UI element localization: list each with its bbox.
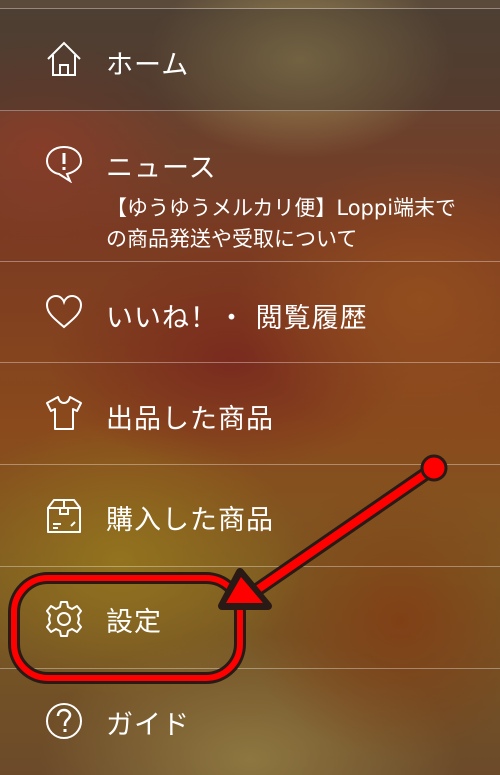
- menu-item-guide[interactable]: ガイド: [0, 669, 500, 775]
- gear-icon: [46, 601, 82, 637]
- menu-item-listed-items[interactable]: 出品した商品: [0, 363, 500, 465]
- speech-bubble-alert-icon: [45, 145, 83, 183]
- menu-item-settings[interactable]: 設定: [0, 567, 500, 669]
- menu-item-label: ニュース: [106, 153, 217, 184]
- menu-item-label: 購入した商品: [106, 505, 274, 536]
- news-headline[interactable]: 【ゆうゆうメルカリ便】Loppi端末での商品発送や受取について: [106, 193, 476, 255]
- menu-item-label: ホーム: [106, 50, 190, 81]
- box-icon: [47, 499, 81, 533]
- menu-item-likes-history[interactable]: いいね！・ 閲覧履歴: [0, 262, 500, 363]
- menu-item-label: 設定: [106, 607, 162, 638]
- home-icon: [47, 41, 81, 76]
- menu-item-home[interactable]: ホーム: [0, 9, 500, 111]
- menu-item-news[interactable]: ニュース 【ゆうゆうメルカリ便】Loppi端末での商品発送や受取について: [0, 111, 500, 262]
- menu-item-label: 出品した商品: [106, 404, 274, 435]
- menu-item-purchased-items[interactable]: 購入した商品: [0, 465, 500, 567]
- tshirt-icon: [46, 396, 82, 430]
- heart-icon: [45, 294, 83, 329]
- menu-item-label: いいね！・ 閲覧履歴: [106, 303, 368, 334]
- menu-item-label: ガイド: [106, 710, 190, 741]
- help-icon: [46, 703, 82, 739]
